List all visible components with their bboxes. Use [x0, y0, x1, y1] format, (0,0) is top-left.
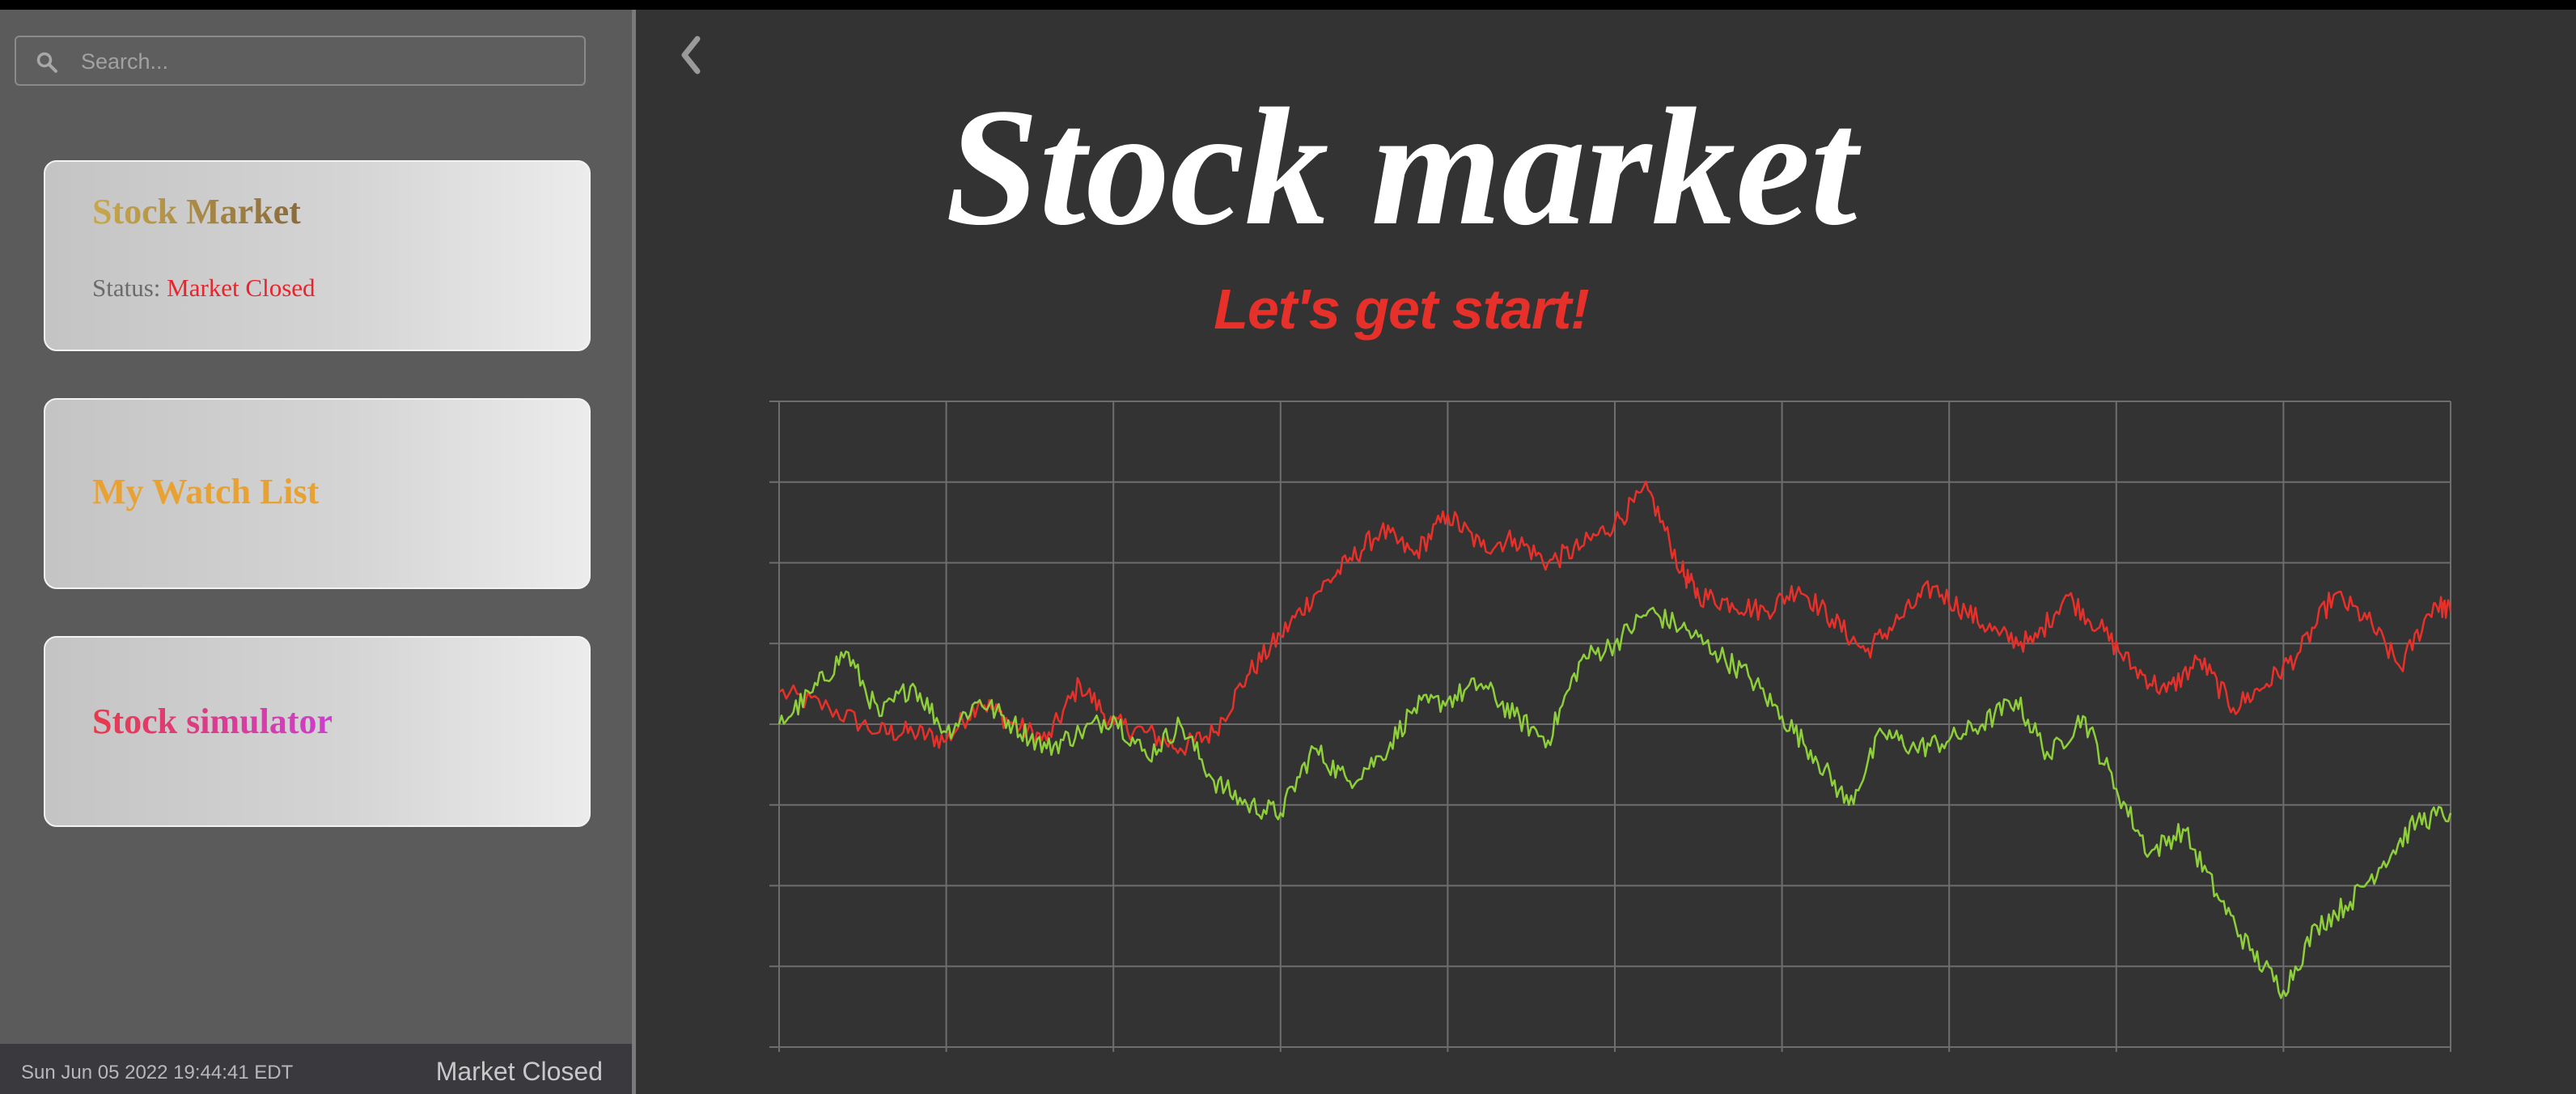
market-status-text: Market Closed: [435, 1057, 603, 1086]
card-stock-market[interactable]: Stock Market Status: Market Closed: [44, 160, 591, 351]
sidebar: Stock Market Status: Market Closed My Wa…: [0, 10, 636, 1094]
market-status: Status: Market Closed: [92, 274, 316, 303]
search-input[interactable]: [79, 42, 568, 81]
card-watch-list[interactable]: My Watch List: [44, 398, 591, 589]
datetime-text: Sun Jun 05 2022 19:44:41 EDT: [21, 1062, 294, 1083]
card-title: Stock simulator: [92, 702, 333, 741]
status-bar: Sun Jun 05 2022 19:44:41 EDT Market Clos…: [0, 1044, 632, 1094]
status-label: Status:: [92, 274, 161, 302]
card-title: Stock Market: [92, 192, 301, 231]
card-title: My Watch List: [92, 472, 320, 511]
main-panel: Stock market Let's get start!: [636, 10, 2576, 1094]
search-box[interactable]: [15, 36, 586, 86]
search-icon: [36, 52, 57, 73]
status-value: Market Closed: [167, 274, 316, 302]
card-stock-simulator[interactable]: Stock simulator: [44, 636, 591, 827]
page-title: Stock market: [945, 74, 1858, 260]
chevron-left-icon[interactable]: [675, 31, 707, 79]
page-subtitle: Let's get start!: [1214, 278, 1590, 341]
stock-chart: [769, 401, 2452, 1052]
